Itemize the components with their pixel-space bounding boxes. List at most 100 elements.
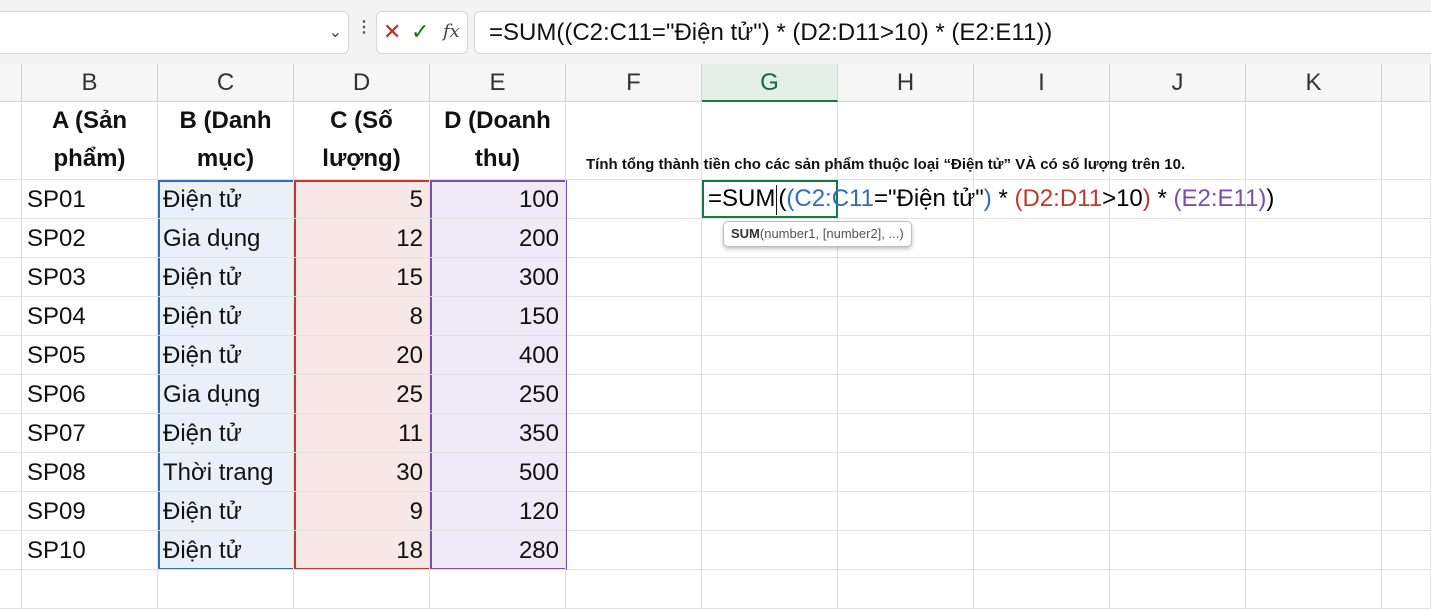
function-tooltip[interactable]: SUM(number1, [number2], ...)	[723, 221, 912, 247]
cell-product[interactable]: SP05	[22, 336, 158, 375]
grid-cell[interactable]	[1246, 297, 1382, 336]
cell-product[interactable]: SP03	[22, 258, 158, 297]
column-header-G[interactable]: G	[702, 64, 838, 102]
cell-category[interactable]: Điện tử	[158, 531, 294, 570]
column-header-I[interactable]: I	[974, 64, 1110, 102]
grid-cell[interactable]	[974, 297, 1110, 336]
cell-product[interactable]: SP06	[22, 375, 158, 414]
grid-cell[interactable]	[1246, 453, 1382, 492]
grid-cell[interactable]	[566, 180, 702, 219]
cell-revenue[interactable]: 350	[430, 414, 566, 453]
header-cell-product[interactable]: A (Sản phẩm)	[22, 102, 158, 180]
grid-cell[interactable]	[566, 219, 702, 258]
column-header-A[interactable]	[0, 64, 22, 102]
grid-cell[interactable]	[0, 180, 22, 219]
grid-cell[interactable]	[566, 336, 702, 375]
cell-revenue[interactable]: 150	[430, 297, 566, 336]
cell-quantity[interactable]: 5	[294, 180, 430, 219]
grid-cell[interactable]	[566, 414, 702, 453]
grid-cell[interactable]	[566, 375, 702, 414]
column-header-J[interactable]: J	[1110, 64, 1246, 102]
grid-cell[interactable]	[1382, 297, 1431, 336]
grid-cell[interactable]	[1246, 219, 1382, 258]
grid-cell[interactable]	[1110, 375, 1246, 414]
enter-icon[interactable]: ✓	[411, 20, 429, 44]
grid-cell[interactable]	[702, 375, 838, 414]
grid-cell[interactable]	[702, 297, 838, 336]
grid-cell[interactable]	[702, 453, 838, 492]
formula-input[interactable]: =SUM((C2:C11="Điện tử") * (D2:D11>10) * …	[474, 11, 1431, 54]
column-header-L[interactable]	[1382, 64, 1431, 102]
cell-category[interactable]: Điện tử	[158, 180, 294, 219]
grid-cell[interactable]	[1110, 531, 1246, 570]
grid-cell[interactable]	[1246, 336, 1382, 375]
cell-revenue[interactable]: 300	[430, 258, 566, 297]
cell-revenue[interactable]: 100	[430, 180, 566, 219]
column-header-K[interactable]: K	[1246, 64, 1382, 102]
cell-product[interactable]: SP09	[22, 492, 158, 531]
grid-cell[interactable]	[1382, 102, 1431, 180]
cell-editor[interactable]: =SUM ((C2:C11="Điện tử") * (D2:D11>10) * …	[702, 180, 1274, 218]
grid-cell[interactable]	[702, 258, 838, 297]
more-options-icon[interactable]: ⋮	[356, 20, 372, 36]
cell-revenue[interactable]: 120	[430, 492, 566, 531]
cell-quantity[interactable]: 15	[294, 258, 430, 297]
cell-product[interactable]: SP02	[22, 219, 158, 258]
grid-cell[interactable]	[702, 336, 838, 375]
grid-cell[interactable]	[0, 531, 22, 570]
grid-cell[interactable]	[1382, 180, 1431, 219]
grid-cell[interactable]	[0, 414, 22, 453]
column-header-H[interactable]: H	[838, 64, 974, 102]
grid-cell[interactable]	[974, 336, 1110, 375]
grid-cell[interactable]	[838, 258, 974, 297]
grid-cell[interactable]	[1382, 414, 1431, 453]
cell-category[interactable]: Điện tử	[158, 492, 294, 531]
grid-cell[interactable]	[566, 492, 702, 531]
grid-cell[interactable]	[1110, 414, 1246, 453]
grid-cell[interactable]	[0, 219, 22, 258]
grid-cell[interactable]	[0, 570, 22, 609]
cancel-icon[interactable]: ✕	[383, 20, 401, 44]
cell-revenue[interactable]: 250	[430, 375, 566, 414]
cell-product[interactable]: SP04	[22, 297, 158, 336]
grid-cell[interactable]	[430, 570, 566, 609]
cell-quantity[interactable]: 8	[294, 297, 430, 336]
grid-cell[interactable]	[0, 297, 22, 336]
insert-function-icon[interactable]: fx	[443, 20, 460, 44]
cell-category[interactable]: Điện tử	[158, 336, 294, 375]
grid-cell[interactable]	[0, 336, 22, 375]
cell-revenue[interactable]: 280	[430, 531, 566, 570]
cell-quantity[interactable]: 25	[294, 375, 430, 414]
grid-cell[interactable]	[838, 570, 974, 609]
grid-cell[interactable]	[0, 102, 22, 180]
cell-category[interactable]: Điện tử	[158, 297, 294, 336]
cell-quantity[interactable]: 11	[294, 414, 430, 453]
grid-cell[interactable]	[1382, 258, 1431, 297]
grid-cell[interactable]	[1246, 375, 1382, 414]
cell-revenue[interactable]: 200	[430, 219, 566, 258]
grid-cell[interactable]	[1110, 297, 1246, 336]
grid-cell[interactable]	[974, 414, 1110, 453]
column-header-B[interactable]: B	[22, 64, 158, 102]
grid-cell[interactable]	[566, 570, 702, 609]
grid-cell[interactable]	[974, 492, 1110, 531]
cell-quantity[interactable]: 18	[294, 531, 430, 570]
cell-quantity[interactable]: 12	[294, 219, 430, 258]
grid-cell[interactable]	[1382, 219, 1431, 258]
grid-cell[interactable]	[838, 531, 974, 570]
grid-cell[interactable]	[974, 453, 1110, 492]
header-cell-revenue[interactable]: D (Doanh thu)	[430, 102, 566, 180]
grid-cell[interactable]	[974, 531, 1110, 570]
cell-quantity[interactable]: 30	[294, 453, 430, 492]
grid-cell[interactable]	[22, 570, 158, 609]
grid-cell[interactable]	[566, 531, 702, 570]
grid-cell[interactable]	[838, 453, 974, 492]
grid-cell[interactable]	[838, 492, 974, 531]
header-cell-category[interactable]: B (Danh mục)	[158, 102, 294, 180]
grid-cell[interactable]	[0, 375, 22, 414]
cell-category[interactable]: Gia dụng	[158, 375, 294, 414]
grid-cell[interactable]	[702, 492, 838, 531]
grid-cell[interactable]	[566, 453, 702, 492]
header-cell-quantity[interactable]: C (Số lượng)	[294, 102, 430, 180]
column-header-C[interactable]: C	[158, 64, 294, 102]
